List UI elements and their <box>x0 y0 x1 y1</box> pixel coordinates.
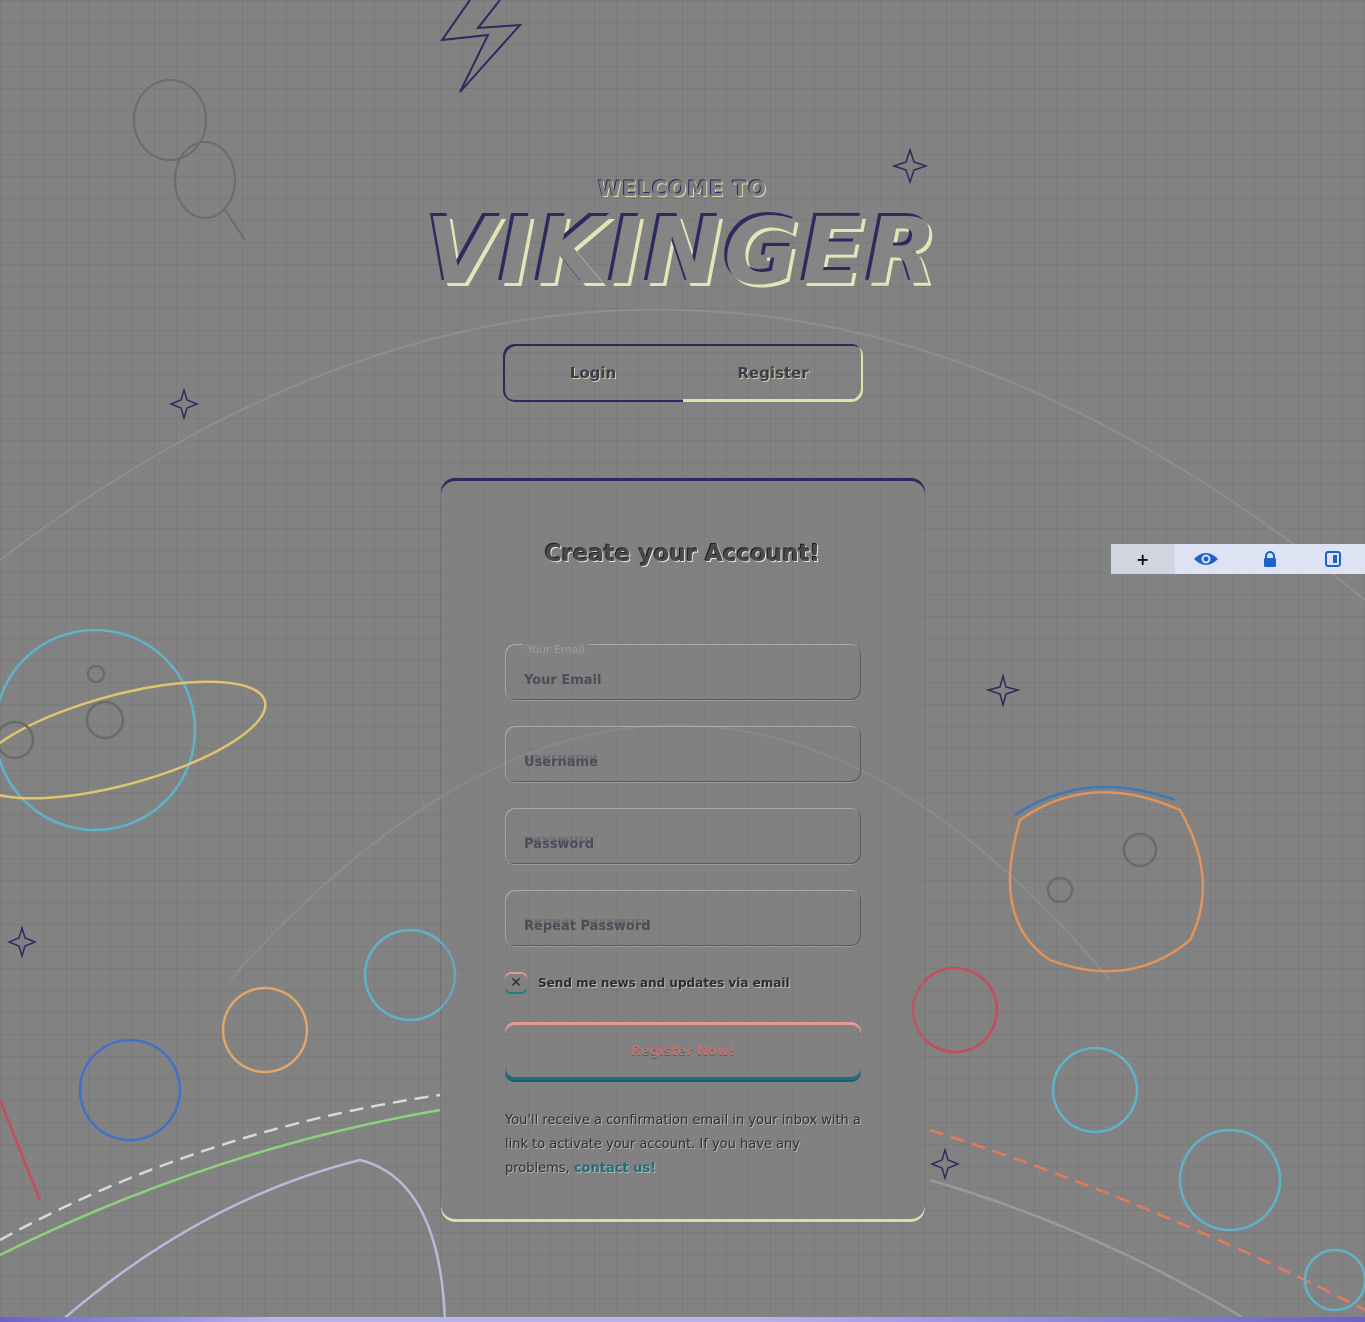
contact-link[interactable]: contact us! <box>574 1161 656 1176</box>
kids-illustration <box>0 928 457 1322</box>
email-field[interactable] <box>524 673 861 688</box>
tab-register[interactable]: Register <box>683 344 863 402</box>
star-icon <box>168 387 200 421</box>
register-button[interactable]: Register Now! <box>505 1022 861 1080</box>
kids-illustration-right <box>911 966 1365 1322</box>
panel-icon <box>1325 551 1342 567</box>
eye-button[interactable] <box>1175 544 1239 574</box>
lightning-icon <box>439 0 523 93</box>
lock-icon <box>1263 551 1276 567</box>
confirmation-note: You'll receive a confirmation email in y… <box>505 1109 865 1181</box>
bottom-strip <box>0 1317 1365 1322</box>
confirmation-note-text: You'll receive a confirmation email in y… <box>505 1113 861 1176</box>
repeat-password-field-wrapper <box>505 890 861 946</box>
app-logo: VIKINGER <box>425 198 940 305</box>
email-field-wrapper: Your Email <box>505 643 861 700</box>
check-icon: ✕ <box>510 975 522 991</box>
newsletter-label[interactable]: Send me news and updates via email <box>538 976 790 990</box>
eye-icon <box>1194 553 1219 565</box>
panel-button[interactable] <box>1302 544 1365 574</box>
star-icon <box>6 925 38 959</box>
floating-toolbar: + <box>1111 544 1365 574</box>
tab-login[interactable]: Login <box>503 344 683 402</box>
username-field[interactable] <box>524 755 861 770</box>
newsletter-checkbox[interactable]: ✕ <box>505 972 527 994</box>
auth-tabs: Login Register <box>503 344 863 402</box>
lock-button[interactable] <box>1238 544 1302 574</box>
newsletter-option: ✕ Send me news and updates via email <box>505 972 790 994</box>
asteroid-icon <box>1008 785 1205 973</box>
username-field-wrapper <box>505 726 861 782</box>
email-field-label: Your Email <box>523 643 589 656</box>
repeat-password-field[interactable] <box>524 919 861 934</box>
plus-button[interactable]: + <box>1111 544 1175 574</box>
star-icon <box>985 673 1021 708</box>
planet-icon <box>0 628 267 832</box>
password-field-wrapper <box>505 808 861 864</box>
password-field[interactable] <box>524 837 861 852</box>
star-icon <box>929 1147 961 1181</box>
